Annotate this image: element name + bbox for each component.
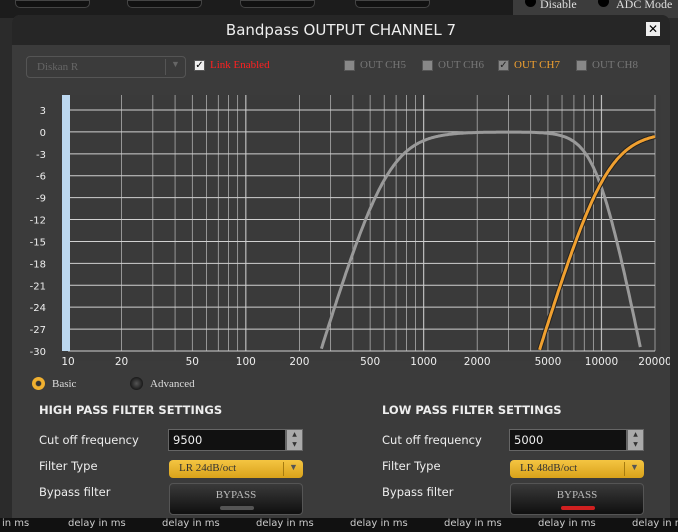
- x-tick-label: 100: [236, 356, 256, 368]
- delay-label: delay in ms: [68, 518, 126, 529]
- x-tick-label: 2000: [464, 356, 491, 368]
- lp-cutoff-label: Cut off frequency: [382, 433, 482, 447]
- hp-bypass-button[interactable]: BYPASS: [169, 483, 303, 515]
- x-tick-label: 50: [186, 356, 199, 368]
- bypass-led-icon: [220, 506, 254, 510]
- delay-label: delay in ms: [444, 518, 502, 529]
- x-tick-label: 10000: [585, 356, 618, 368]
- hp-type-value: LR 24dB/oct: [179, 462, 237, 474]
- x-tick-label: 10: [61, 356, 74, 368]
- y-tick-label: -3: [36, 150, 46, 161]
- bg-adc-label: ADC Mode: [616, 0, 673, 11]
- delay-label: delay in ms: [256, 518, 314, 529]
- lp-cutoff-input[interactable]: 5000: [509, 429, 627, 451]
- y-tick-label: -24: [30, 303, 46, 314]
- y-tick-label: -21: [30, 281, 46, 292]
- hp-heading: HIGH PASS FILTER SETTINGS: [39, 403, 223, 417]
- hp-cutoff-label: Cut off frequency: [39, 433, 139, 447]
- x-tick-label: 20: [115, 356, 128, 368]
- y-tick-label: -18: [30, 259, 46, 270]
- x-tick-label: 200: [289, 356, 309, 368]
- background-delay-row: in ms delay in ms delay in ms delay in ms de…: [0, 518, 678, 532]
- lp-type-select[interactable]: LR 48dB/oct ▼: [510, 460, 644, 478]
- hp-bypass-text: BYPASS: [215, 489, 257, 501]
- bg-button: [240, 0, 315, 8]
- basic-label: Basic: [52, 378, 77, 390]
- delay-label: delay in ms: [632, 518, 678, 529]
- chevron-down-icon: ▼: [624, 462, 644, 476]
- bg-button: [355, 0, 430, 8]
- delay-label: in ms: [2, 518, 30, 529]
- radio-icon: [525, 0, 536, 7]
- x-tick-label: 500: [360, 356, 380, 368]
- x-tick-label: 20000: [638, 356, 670, 368]
- y-tick-label: -27: [30, 325, 46, 336]
- y-tick-label: 0: [40, 128, 46, 139]
- lp-bypass-text: BYPASS: [556, 489, 598, 501]
- lp-heading: LOW PASS FILTER SETTINGS: [382, 403, 562, 417]
- hp-cutoff-input[interactable]: 9500: [168, 429, 286, 451]
- y-tick-label: -30: [30, 347, 46, 358]
- x-tick-label: 1000: [410, 356, 437, 368]
- y-tick-label: -15: [30, 237, 46, 248]
- delay-label: delay in ms: [350, 518, 408, 529]
- y-tick-label: -12: [30, 216, 46, 227]
- lp-bypass-label: Bypass filter: [382, 485, 454, 499]
- bandpass-dialog: Bandpass OUTPUT CHANNEL 7 ✕ Diskan R ▼ ✓ …: [12, 15, 670, 518]
- lp-type-value: LR 48dB/oct: [520, 462, 578, 474]
- lp-bypass-button[interactable]: BYPASS: [510, 483, 644, 515]
- radio-icon: [598, 0, 609, 7]
- level-meter-bar: [62, 95, 70, 351]
- y-tick-label: 3: [40, 106, 46, 117]
- bg-button: [127, 0, 202, 8]
- basic-radio[interactable]: [32, 377, 45, 390]
- hp-type-label: Filter Type: [39, 459, 98, 473]
- y-tick-label: -9: [36, 194, 46, 205]
- lp-cutoff-spinner[interactable]: ▲ ▼: [627, 429, 644, 451]
- x-tick-label: 5000: [535, 356, 562, 368]
- delay-label: delay in ms: [162, 518, 220, 529]
- y-tick-label: -6: [36, 172, 46, 183]
- lp-type-label: Filter Type: [382, 459, 441, 473]
- advanced-label: Advanced: [150, 378, 195, 390]
- bypass-led-icon: [561, 506, 595, 510]
- chevron-down-icon: ▼: [283, 462, 303, 476]
- bg-disable-label: Disable: [540, 0, 577, 11]
- bg-button: [15, 0, 90, 8]
- delay-label: delay in ms: [538, 518, 596, 529]
- hp-cutoff-spinner[interactable]: ▲ ▼: [286, 429, 303, 451]
- advanced-radio[interactable]: [130, 377, 143, 390]
- hp-bypass-label: Bypass filter: [39, 485, 111, 499]
- hp-type-select[interactable]: LR 24dB/oct ▼: [169, 460, 303, 478]
- frequency-response-chart: 3 0 -3 -6 -9 -12 -15 -18 -21 -24 -27 -30 10 20 50 100 20…: [30, 95, 670, 368]
